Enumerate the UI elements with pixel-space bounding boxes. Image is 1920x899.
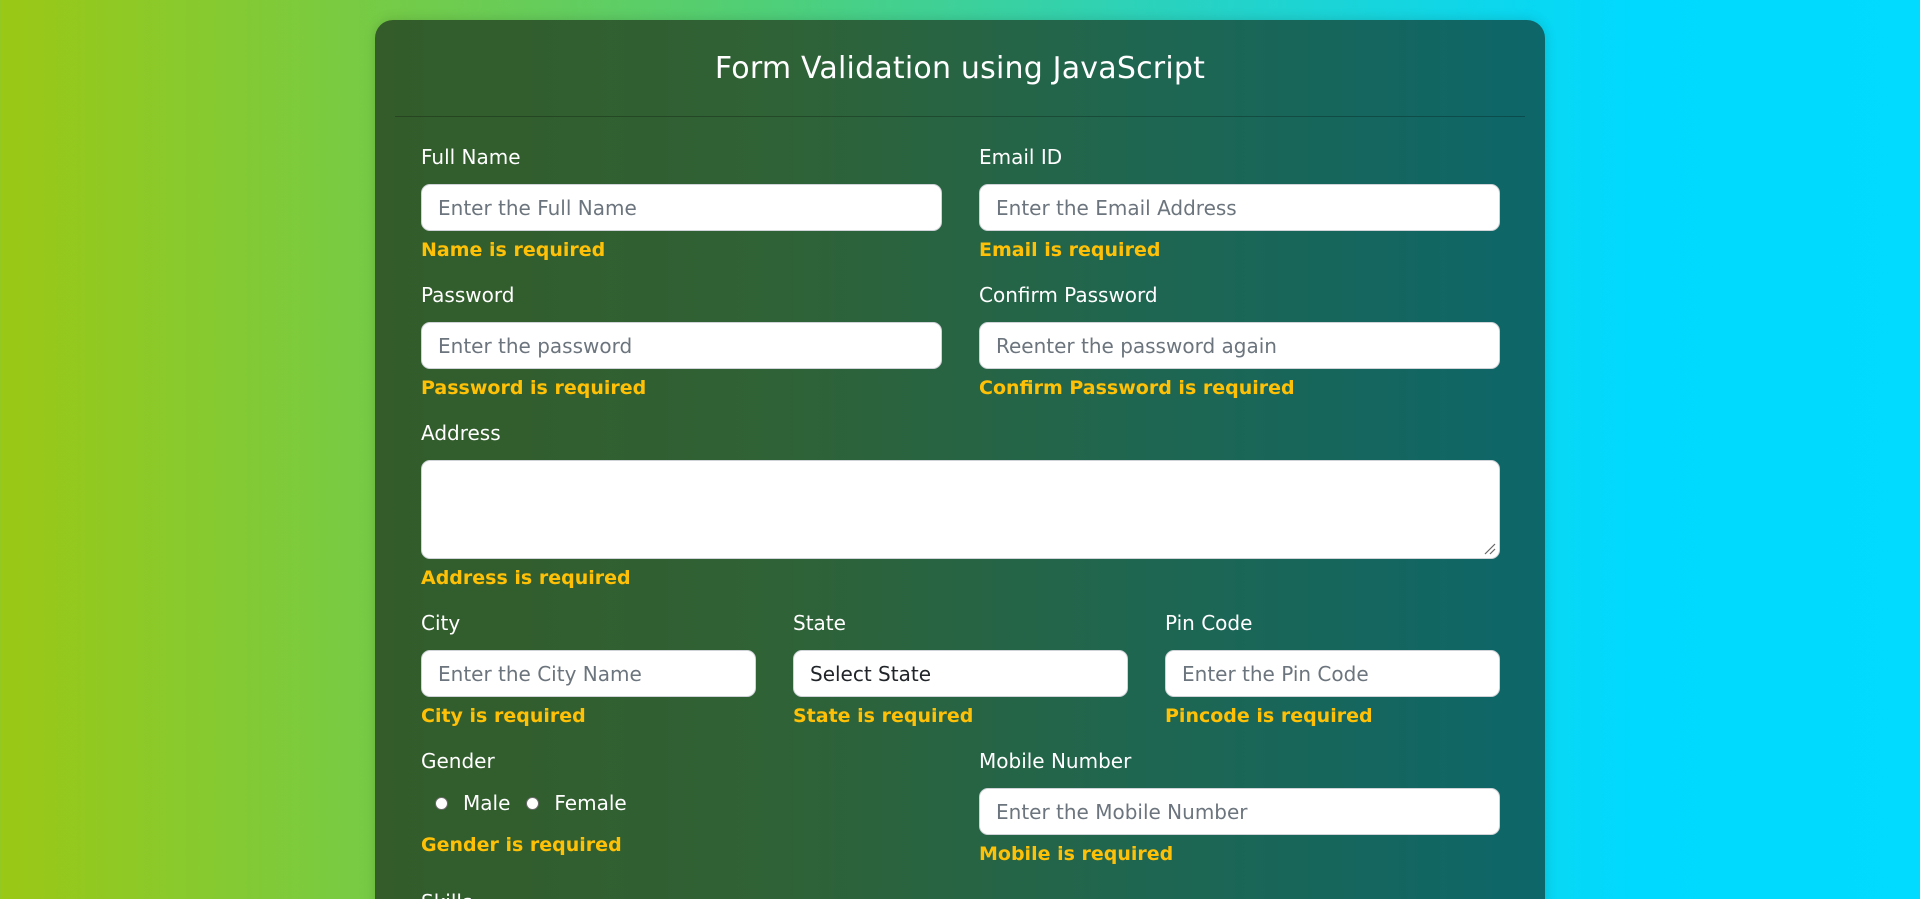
gender-group: Gender Male Female Gender is required: [421, 748, 942, 858]
card-header: Form Validation using JavaScript: [395, 20, 1525, 117]
gender-options: Male Female: [421, 790, 942, 816]
pincode-label: Pin Code: [1165, 611, 1253, 635]
address-label: Address: [421, 421, 501, 445]
email-label: Email ID: [979, 145, 1063, 169]
pincode-error: Pincode is required: [1165, 705, 1373, 727]
mobile-input[interactable]: Enter the Mobile Number: [979, 788, 1500, 835]
pincode-input[interactable]: Enter the Pin Code: [1165, 650, 1500, 697]
female-radio[interactable]: [526, 796, 540, 810]
confirm-password-label: Confirm Password: [979, 283, 1158, 307]
state-error: State is required: [793, 705, 974, 727]
gender-option-female[interactable]: Female: [526, 791, 627, 815]
state-select[interactable]: Select State: [793, 650, 1128, 697]
password-input[interactable]: Enter the password: [421, 322, 942, 369]
mobile-label: Mobile Number: [979, 749, 1132, 773]
resize-handle-icon[interactable]: [1482, 541, 1496, 555]
confirm-password-input[interactable]: Reenter the password again: [979, 322, 1500, 369]
city-error: City is required: [421, 705, 586, 727]
address-error: Address is required: [421, 567, 631, 589]
full-name-group: Full Name Enter the Full Name Name is re…: [421, 144, 942, 263]
form-card: Form Validation using JavaScript Full Na…: [375, 20, 1545, 899]
email-input[interactable]: Enter the Email Address: [979, 184, 1500, 231]
password-error: Password is required: [421, 377, 647, 399]
city-group: City Enter the City Name City is require…: [421, 610, 756, 729]
gender-error: Gender is required: [421, 834, 622, 856]
mobile-error: Mobile is required: [979, 843, 1174, 865]
female-label[interactable]: Female: [554, 791, 626, 815]
password-group: Password Enter the password Password is …: [421, 282, 942, 401]
male-label[interactable]: Male: [463, 791, 510, 815]
city-input[interactable]: Enter the City Name: [421, 650, 756, 697]
confirm-password-error: Confirm Password is required: [979, 377, 1295, 399]
skills-label: Skills: [421, 890, 472, 899]
password-label: Password: [421, 283, 515, 307]
full-name-label: Full Name: [421, 145, 521, 169]
full-name-error: Name is required: [421, 239, 606, 261]
state-label: State: [793, 611, 846, 635]
male-radio[interactable]: [435, 796, 448, 810]
email-error: Email is required: [979, 239, 1161, 261]
confirm-password-group: Confirm Password Reenter the password ag…: [979, 282, 1500, 401]
address-textarea[interactable]: [421, 460, 1500, 559]
full-name-input[interactable]: Enter the Full Name: [421, 184, 942, 231]
pincode-group: Pin Code Enter the Pin Code Pincode is r…: [1165, 610, 1500, 729]
email-group: Email ID Enter the Email Address Email i…: [979, 144, 1500, 263]
city-label: City: [421, 611, 461, 635]
gender-option-male[interactable]: Male: [435, 791, 510, 815]
address-group: Address Address is required: [421, 420, 1500, 591]
state-group: State Select State State is required: [793, 610, 1128, 729]
gender-label: Gender: [421, 749, 495, 773]
form-title: Form Validation using JavaScript: [714, 50, 1206, 86]
mobile-group: Mobile Number Enter the Mobile Number Mo…: [979, 748, 1500, 867]
